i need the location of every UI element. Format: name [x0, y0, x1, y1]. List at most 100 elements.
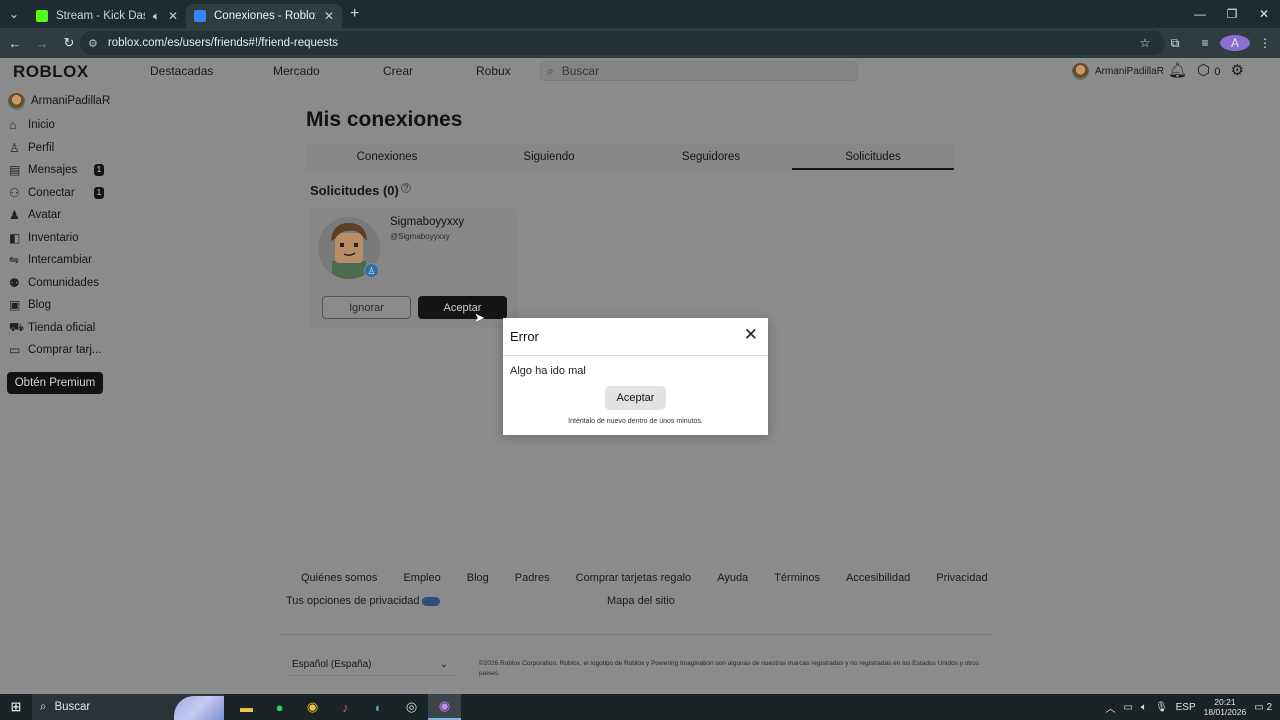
sidebar-item-avatar[interactable]: ♟ Avatar	[0, 204, 114, 227]
get-premium-button[interactable]: Obtén Premium	[7, 371, 103, 394]
footer-link[interactable]: Ayuda	[717, 572, 748, 584]
inventory-icon: ◧	[9, 230, 21, 245]
robux-icon[interactable]: ⬡ 0	[1197, 61, 1220, 79]
browser-tab-roblox[interactable]: Conexiones - Roblox ✕	[186, 4, 342, 28]
nav-destacadas[interactable]: Destacadas	[150, 64, 213, 78]
dialog-accept-button[interactable]: Aceptar	[605, 386, 666, 410]
sidebar-item-label: Perfil	[28, 141, 55, 154]
network-icon[interactable]: ▭	[1123, 702, 1132, 713]
clock-date: 18/01/2026	[1203, 707, 1247, 717]
volume-icon[interactable]: 🔈︎	[1141, 702, 1147, 713]
windows-start-icon[interactable]: ⊞	[0, 699, 32, 715]
taskbar-search-label: Buscar	[54, 701, 91, 713]
url-text: roblox.com/es/users/friends#!/friend-req…	[107, 37, 338, 49]
tab-seguidores[interactable]: Seguidores	[630, 144, 792, 170]
sidebar-item-blog[interactable]: ▣ Blog	[0, 294, 114, 317]
edge-icon[interactable]: ◐	[362, 694, 395, 720]
request-username[interactable]: Sigmaboyyxxy	[390, 216, 464, 228]
clock[interactable]: 20:21 18/01/2026	[1204, 697, 1247, 717]
site-info-icon[interactable]: ⚙	[88, 37, 98, 50]
obs-icon[interactable]: ◎	[395, 694, 428, 720]
robux-count: 0	[1214, 66, 1221, 78]
media-icon[interactable]: ≡	[1190, 36, 1220, 50]
profile-avatar[interactable]: A	[1220, 35, 1250, 51]
connect-icon: ⚇	[9, 185, 20, 200]
search-placeholder: Buscar	[561, 64, 600, 78]
footer-link[interactable]: Empleo	[403, 572, 440, 584]
sidebar-item-perfil[interactable]: ♙ Perfil	[0, 137, 114, 160]
chrome-icon[interactable]: ◉	[296, 694, 329, 720]
page-title: Mis conexiones	[306, 108, 463, 131]
roblox-logo[interactable]: ROBLOX	[13, 62, 89, 82]
tab-siguiendo[interactable]: Siguiendo	[468, 144, 630, 170]
left-sidebar: ArmaniPadillaR ⌂ Inicio ♙ Perfil ▤ Mensajes…	[0, 88, 114, 648]
back-icon[interactable]: ←	[3, 36, 27, 51]
browser-tab-kick[interactable]: Stream - Kick Dashboard 🔈︎ ✕	[28, 4, 186, 28]
ignore-button[interactable]: Ignorar	[322, 296, 411, 319]
file-explorer-icon[interactable]: ▬	[230, 694, 263, 720]
sidebar-user[interactable]: ArmaniPadillaR	[0, 88, 114, 114]
microphone-icon[interactable]: 🎙︎	[1155, 702, 1168, 713]
sidebar-item-tienda[interactable]: ⛟ Tienda oficial	[0, 317, 114, 340]
tab-solicitudes[interactable]: Solicitudes	[792, 144, 954, 170]
address-bar[interactable]: ⚙ roblox.com/es/users/friends#!/friend-r…	[80, 31, 1165, 55]
bookmark-star-icon[interactable]: ☆	[1130, 36, 1160, 50]
connect-badge: 1	[94, 186, 104, 199]
browser-actions: ☆ ⧉ ≡ A ⋮	[1130, 28, 1280, 58]
nav-icons: 🔔︎ ⬡ 0 ⚙	[1168, 61, 1244, 79]
maximize-icon[interactable]: ❐	[1216, 0, 1248, 28]
sidebar-item-conectar[interactable]: ⚇ Conectar 1	[0, 182, 114, 205]
nav-user[interactable]: ArmaniPadillaR	[1072, 63, 1164, 80]
footer-link[interactable]: Accesibilidad	[846, 572, 910, 584]
nav-robux[interactable]: Robux	[476, 64, 511, 78]
taskbar-search[interactable]: ⌕ Buscar	[32, 694, 224, 720]
tab-conexiones[interactable]: Conexiones	[306, 144, 468, 170]
help-icon[interactable]: ?	[400, 183, 411, 193]
close-tab-icon[interactable]: ✕	[324, 9, 334, 23]
sidebar-item-inicio[interactable]: ⌂ Inicio	[0, 114, 114, 137]
accept-request-button[interactable]: Aceptar	[418, 296, 507, 319]
footer-link[interactable]: Padres	[515, 572, 550, 584]
footer-link[interactable]: Comprar tarjetas regalo	[576, 572, 692, 584]
close-icon[interactable]: ✕	[744, 326, 758, 343]
extensions-icon[interactable]: ⧉	[1160, 36, 1190, 51]
sidebar-item-intercambiar[interactable]: ⇋ Intercambiar	[0, 249, 114, 272]
app-guitar-icon[interactable]: ♪	[329, 694, 362, 720]
browser-menu-icon[interactable]: ⋮	[1250, 36, 1280, 50]
tab-search-icon[interactable]: ⌄	[0, 0, 28, 28]
language-select[interactable]: Español (España) ⌄	[286, 654, 454, 676]
tab-title: Stream - Kick Dashboard	[56, 10, 145, 22]
sidebar-item-label: Inventario	[28, 231, 79, 244]
search-input[interactable]: ⌕ Buscar	[540, 61, 858, 81]
notifications-icon[interactable]: ▭ 2	[1254, 702, 1272, 713]
sidebar-item-mensajes[interactable]: ▤ Mensajes 1	[0, 159, 114, 182]
forward-icon[interactable]: →	[30, 36, 54, 51]
close-window-icon[interactable]: ✕	[1248, 0, 1280, 28]
notifications-bell-icon[interactable]: 🔔︎	[1168, 61, 1187, 79]
dialog-header: Error	[503, 318, 768, 356]
sitemap-link[interactable]: Mapa del sitio	[607, 595, 675, 607]
speaker-icon[interactable]: 🔈︎	[153, 9, 160, 24]
footer-link[interactable]: Privacidad	[936, 572, 987, 584]
tray-chevron-icon[interactable]: ︿	[1105, 700, 1115, 715]
roblox-favicon-icon	[194, 10, 206, 22]
privacy-options-link[interactable]: Tus opciones de privacidad	[286, 595, 440, 607]
sidebar-item-inventario[interactable]: ◧ Inventario	[0, 227, 114, 250]
sidebar-item-comunidades[interactable]: ⚉ Comunidades	[0, 272, 114, 295]
new-tab-icon[interactable]: +	[350, 5, 359, 23]
footer-link[interactable]: Blog	[467, 572, 489, 584]
nav-mercado[interactable]: Mercado	[273, 64, 320, 78]
footer-link[interactable]: Términos	[774, 572, 820, 584]
sidebar-item-giftcards[interactable]: ▭ Comprar tarj...	[0, 339, 114, 362]
input-language[interactable]: ESP	[1176, 702, 1196, 713]
sidebar-item-label: Blog	[28, 299, 52, 312]
footer-link[interactable]: Quiénes somos	[301, 572, 377, 584]
reload-icon[interactable]: ↻	[57, 35, 81, 51]
nav-crear[interactable]: Crear	[383, 64, 413, 78]
copyright-text: ©2026 Roblox Corporation. Roblox, el log…	[479, 660, 980, 677]
chrome-active-icon[interactable]: ◉	[428, 694, 461, 720]
close-tab-icon[interactable]: ✕	[168, 9, 178, 23]
minimize-icon[interactable]: —	[1184, 0, 1216, 28]
settings-gear-icon[interactable]: ⚙	[1230, 61, 1243, 79]
whatsapp-icon[interactable]: ●	[263, 694, 296, 720]
